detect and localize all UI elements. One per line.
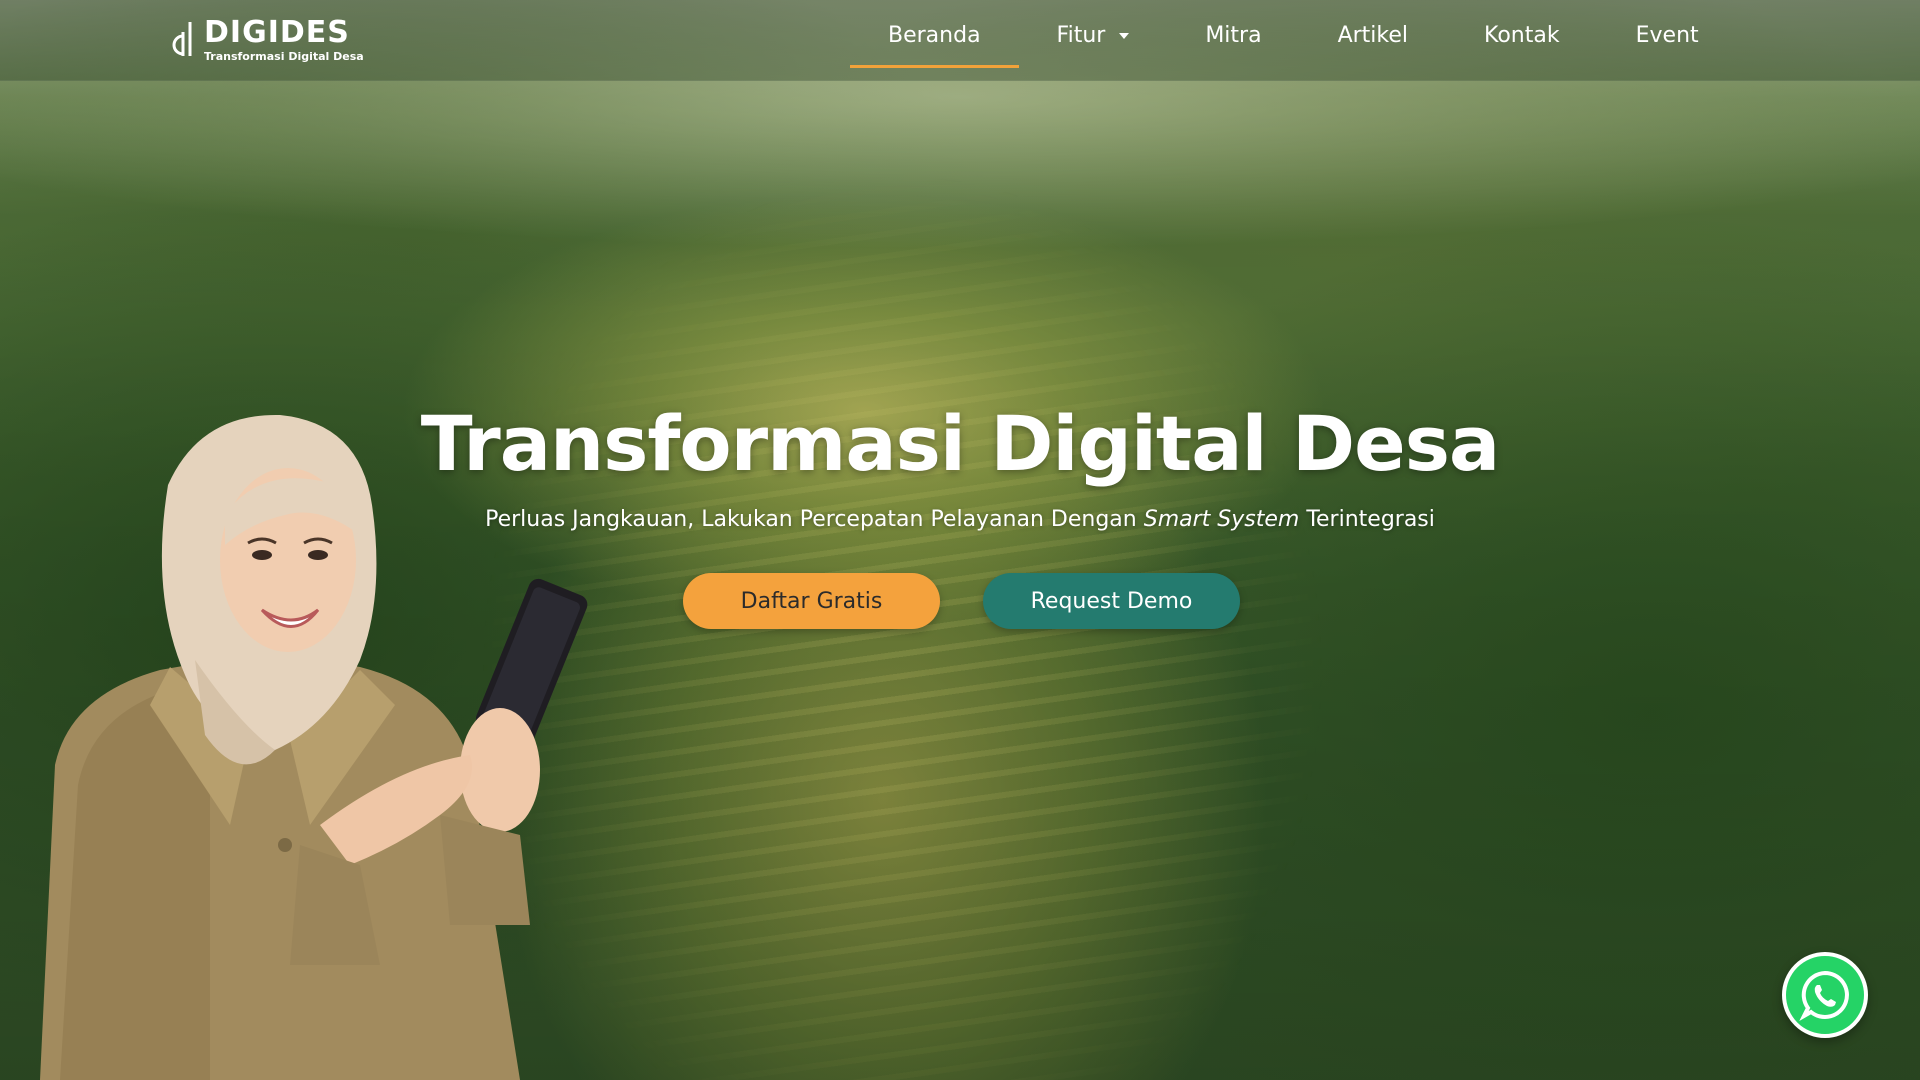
nav-item-label: Mitra [1205, 22, 1262, 48]
nav-item-label: Fitur [1056, 22, 1106, 48]
nav-item-event[interactable]: Event [1598, 0, 1737, 70]
nav-item-label: Artikel [1337, 22, 1409, 48]
hero-subtitle-end: Terintegrasi [1299, 507, 1435, 532]
hero-subtitle-text: Perluas Jangkauan, Lakukan Percepatan Pe… [485, 507, 1144, 532]
brand-logo[interactable]: DIGIDES Transformasi Digital Desa [168, 16, 364, 64]
daftar-gratis-button[interactable]: Daftar Gratis [683, 573, 940, 629]
nav-item-artikel[interactable]: Artikel [1300, 0, 1446, 70]
request-demo-button[interactable]: Request Demo [983, 573, 1240, 629]
nav-item-beranda[interactable]: Beranda [850, 0, 1019, 70]
nav-item-label: Event [1635, 22, 1699, 48]
nav-item-fitur[interactable]: Fitur [1019, 0, 1168, 70]
landing-page: DIGIDES Transformasi Digital Desa Berand… [0, 0, 1920, 1080]
hero-subtitle: Perluas Jangkauan, Lakukan Percepatan Pe… [0, 504, 1920, 536]
nav-item-mitra[interactable]: Mitra [1167, 0, 1299, 70]
brand-tagline: Transformasi Digital Desa [204, 49, 364, 63]
main-nav: Beranda Fitur Mitra Artikel Kontak Event [850, 0, 1737, 70]
brand-text: DIGIDES Transformasi Digital Desa [204, 14, 364, 63]
hero-actions: Daftar Gratis Request Demo [683, 573, 1240, 629]
hero-subtitle-emphasis: Smart System [1143, 507, 1300, 532]
caret-down-icon [1119, 33, 1130, 39]
logo-mark-icon [172, 22, 192, 56]
nav-item-label: Beranda [888, 22, 981, 48]
navbar: DIGIDES Transformasi Digital Desa Berand… [0, 0, 1920, 81]
nav-item-label: Kontak [1484, 22, 1560, 48]
whatsapp-icon [1799, 970, 1849, 1021]
hero-title: Transformasi Digital Desa [420, 399, 1500, 488]
nav-item-kontak[interactable]: Kontak [1446, 0, 1598, 70]
whatsapp-button[interactable] [1782, 952, 1868, 1038]
brand-name: DIGIDES [204, 14, 350, 50]
